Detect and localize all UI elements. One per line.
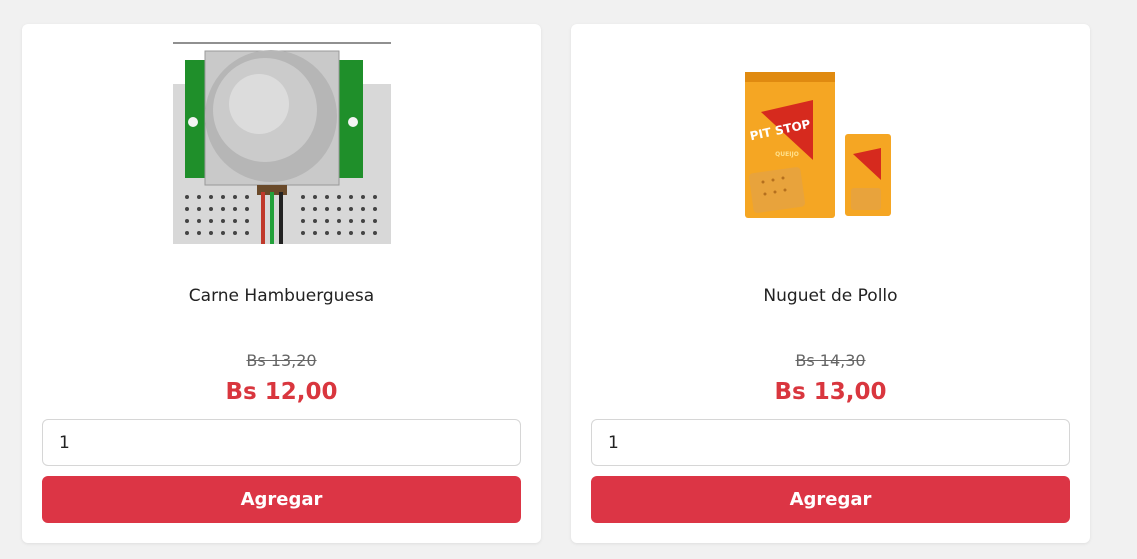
quantity-input[interactable] [42,419,521,466]
product-image-container: PIT STOP QUEIJO [571,42,1090,244]
pit-stop-crackers-image: PIT STOP QUEIJO [744,72,891,218]
product-grid: Carne Hambuerguesa Bs 13,20 Bs 12,00 Agr… [0,0,1137,559]
product-old-price: Bs 13,20 [246,351,317,370]
pir-motion-sensor-image [172,42,391,244]
quantity-input[interactable] [591,419,1070,466]
add-to-cart-button[interactable]: Agregar [42,476,521,523]
product-price: Bs 12,00 [225,379,338,405]
product-name: Carne Hambuerguesa [188,286,375,306]
product-old-price: Bs 14,30 [795,351,866,370]
product-name: Nuguet de Pollo [763,286,898,306]
add-to-cart-button[interactable]: Agregar [591,476,1070,523]
product-card: PIT STOP QUEIJO Nuguet de Pollo Bs 14,30… [571,24,1090,543]
product-card: Carne Hambuerguesa Bs 13,20 Bs 12,00 Agr… [22,24,541,543]
flavor-text: QUEIJO [775,151,799,158]
product-price: Bs 13,00 [774,379,887,405]
product-image-container [22,42,541,244]
